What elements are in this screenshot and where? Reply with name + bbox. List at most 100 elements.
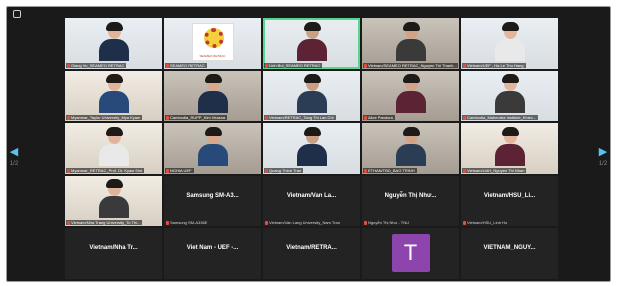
participant-caption: ETHAN/TBD_BAO TRINH [363, 167, 417, 173]
participant-caption: Alice Pandora [363, 115, 395, 120]
participant-video [395, 126, 426, 166]
muted-mic-icon [265, 63, 268, 68]
participant-name: Nguyễn Thị Như... [384, 192, 437, 199]
participant-caption-text: Vietnam/UAH_Nguyen Thi Nhan [467, 167, 525, 173]
meeting-window: ◀ 1/2 Giang Vu_SEAMEO RETRAC SEAMEO RETRA… [6, 6, 611, 282]
participant-caption-text: Vietnam/HSU_Linh Ho [467, 220, 508, 225]
participant-caption-text: Cambodia_RUPP_Kim Veasna [170, 115, 226, 120]
participant-tile[interactable]: Linh Bui_SEAMEO RETRAC [263, 18, 360, 69]
participant-video [197, 74, 228, 113]
next-page-indicator: 1/2 [598, 161, 608, 167]
participant-tile[interactable]: VIETNAM_NGUY... [461, 228, 558, 279]
participant-tile[interactable]: T [362, 228, 459, 279]
muted-mic-icon [67, 221, 70, 225]
participant-caption: Vietnam/SEAMEO RETRAC_Nguyen Thi Thanh..… [363, 62, 458, 68]
participant-caption: Giang Vu_SEAMEO RETRAC [66, 62, 127, 68]
participant-video [395, 74, 426, 113]
participant-caption-text: Vietnam/Van Lang University_Nam Tran [269, 220, 340, 225]
participant-name: Vietnam/Van La... [286, 192, 337, 199]
muted-mic-icon [463, 221, 466, 225]
participant-video [98, 179, 129, 218]
participant-tile[interactable]: Vietnam/RETRAC_Tang Thi Lan Chi [263, 70, 360, 121]
participant-tile[interactable]: Vietnam/Nha Trang University_To Thi... [65, 175, 162, 226]
participant-caption-text: Vietnam/SEAMEO RETRAC_Nguyen Thi Thanh..… [368, 62, 457, 68]
participant-tile[interactable]: Vietnam/UEF - Ha Le Thu Hang [461, 18, 558, 69]
participant-caption-text: NGHIA UEF [170, 167, 192, 173]
participant-tile[interactable]: Vietnam/UAH_Nguyen Thi Nhan [461, 123, 558, 174]
participant-tile[interactable]: Giang Vu_SEAMEO RETRAC [65, 18, 162, 69]
participant-tile[interactable]: Cambodia_RUPP_Kim Veasna [164, 70, 261, 121]
participant-tile[interactable]: Vietnam/Nha Tr... [65, 228, 162, 279]
participant-caption-text: Myanmar_RETRAC_Prof. Dr. Kyaw Sint [71, 167, 143, 173]
participant-caption-text: Samsung SM-A336E [170, 220, 208, 225]
participant-tile[interactable]: Cambodia_Mahendra Institute_Khiev... [461, 70, 558, 121]
logo-text: SEAMEO RETRAC [199, 54, 226, 58]
participant-video [98, 21, 129, 61]
participant-tile[interactable]: Samsung SM-A3... Samsung SM-A336E [164, 175, 261, 226]
muted-mic-icon [463, 116, 466, 120]
participant-tile[interactable]: Quang Thinh Tran [263, 123, 360, 174]
participant-tile[interactable]: Viet Nam - UEF -... [164, 228, 261, 279]
participant-video [395, 21, 426, 61]
muted-mic-icon [67, 168, 70, 173]
muted-mic-icon [364, 168, 367, 173]
participant-video [296, 74, 327, 113]
participant-tile[interactable]: SEAMEO RETRAC SEAMEO RETRAC [164, 18, 261, 69]
participant-caption-text: Linh Bui_SEAMEO RETRAC [269, 62, 321, 68]
participant-caption-text: Vietnam/RETRAC_Tang Thi Lan Chi [269, 115, 334, 120]
muted-mic-icon [265, 168, 268, 173]
muted-mic-icon [265, 116, 268, 120]
participant-caption: Vietnam/Van Lang University_Nam Tran [264, 220, 342, 225]
participant-name: Vietnam/Nha Tr... [89, 245, 138, 251]
participant-name: Samsung SM-A3... [186, 192, 239, 199]
muted-mic-icon [67, 116, 70, 120]
participant-tile[interactable]: NGHIA UEF [164, 123, 261, 174]
participant-caption-text: ETHAN/TBD_BAO TRINH [368, 167, 415, 173]
participant-caption: Vietnam/RETRAC_Tang Thi Lan Chi [264, 115, 336, 120]
view-options-icon[interactable] [13, 10, 21, 18]
participant-tile[interactable]: Nguyễn Thị Như... Nguyễn Thị Như - TNU [362, 175, 459, 226]
participant-tile[interactable]: Vietnam/SEAMEO RETRAC_Nguyen Thi Thanh..… [362, 18, 459, 69]
participant-caption: Cambodia_RUPP_Kim Veasna [165, 115, 228, 120]
next-page-button[interactable]: ▶ 1/2 [596, 147, 610, 168]
participant-caption-text: Alice Pandora [368, 115, 393, 120]
muted-mic-icon [463, 168, 466, 173]
muted-mic-icon [265, 221, 268, 225]
participant-tile[interactable]: Alice Pandora [362, 70, 459, 121]
participant-video [296, 21, 327, 61]
participant-tile[interactable]: Vietnam/HSU_Li... Vietnam/HSU_Linh Ho [461, 175, 558, 226]
participant-caption: Vietnam/HSU_Linh Ho [462, 220, 509, 225]
participant-caption: Quang Thinh Tran [264, 167, 304, 173]
participant-caption-text: Quang Thinh Tran [269, 167, 302, 173]
participant-video [296, 126, 327, 166]
organization-logo: SEAMEO RETRAC [191, 23, 234, 61]
participant-avatar: T [391, 234, 430, 272]
participant-caption: Nguyễn Thị Như - TNU [363, 220, 411, 225]
participant-caption-text: Cambodia_Mahendra Institute_Khiev... [467, 115, 536, 120]
participant-name: Vietnam/RETRA... [286, 245, 337, 251]
muted-mic-icon [166, 221, 169, 225]
participant-tile[interactable]: ETHAN/TBD_BAO TRINH [362, 123, 459, 174]
participant-tile[interactable]: Myanmar_RETRAC_Prof. Dr. Kyaw Sint [65, 123, 162, 174]
participant-caption-text: Nguyễn Thị Như - TNU [368, 220, 409, 225]
muted-mic-icon [364, 116, 367, 120]
previous-page-indicator: 1/2 [9, 161, 19, 167]
participant-video [98, 74, 129, 113]
chevron-right-icon: ▶ [598, 146, 608, 158]
participant-tile[interactable]: Vietnam/Van La... Vietnam/Van Lang Univer… [263, 175, 360, 226]
participant-caption-text: Giang Vu_SEAMEO RETRAC [71, 62, 125, 68]
participant-caption: Vietnam/UAH_Nguyen Thi Nhan [462, 167, 527, 173]
participant-video [494, 74, 525, 113]
participant-tile[interactable]: Vietnam/RETRA... [263, 228, 360, 279]
previous-page-button[interactable]: ◀ 1/2 [7, 147, 21, 168]
participant-name: Vietnam/HSU_Li... [483, 192, 536, 199]
participant-tile[interactable]: Myanmar_Taylor University_Mya Kyaw [65, 70, 162, 121]
participant-video [98, 126, 129, 166]
participant-caption: Linh Bui_SEAMEO RETRAC [264, 62, 323, 68]
gear-logo-icon [203, 28, 224, 48]
participant-caption: Myanmar_RETRAC_Prof. Dr. Kyaw Sint [66, 167, 145, 173]
participant-caption-text: SEAMEO RETRAC [170, 62, 205, 68]
participant-video [197, 126, 228, 166]
participant-video [494, 21, 525, 61]
participant-caption-text: Vietnam/Nha Trang University_To Thi... [71, 220, 141, 225]
